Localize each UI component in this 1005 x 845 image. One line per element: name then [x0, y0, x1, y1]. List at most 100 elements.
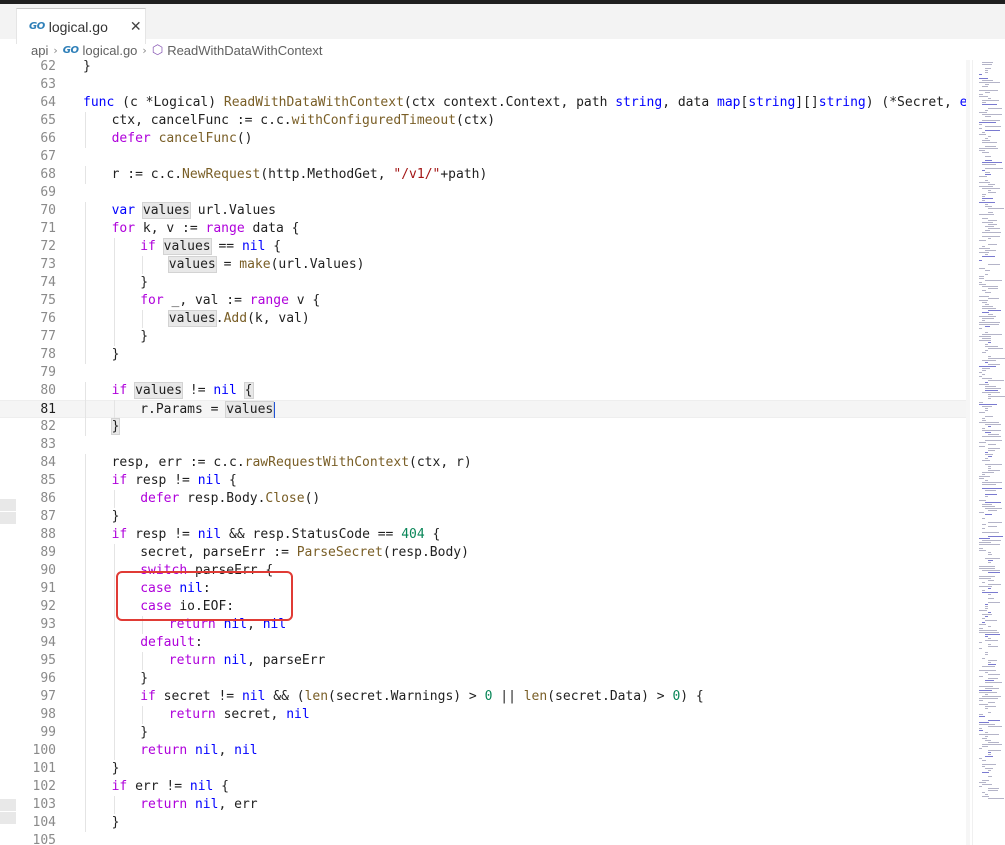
code-line[interactable]: 62} [0, 60, 968, 76]
line-number: 89 [40, 545, 56, 560]
code-line[interactable]: 70 var values url.Values [0, 202, 968, 220]
minimap-line [982, 320, 985, 321]
code-line[interactable]: 99} [0, 724, 968, 742]
code-line[interactable]: 87} [0, 508, 968, 526]
code-line[interactable]: 84 resp, err := c.c.rawRequestWithContext… [0, 454, 968, 472]
code-token: nil [223, 653, 248, 668]
code-token: . [215, 311, 224, 326]
code-line[interactable]: 104} [0, 814, 968, 832]
code-line[interactable]: 88 if resp != nil && resp.StatusCode == 4… [0, 526, 968, 544]
code-line[interactable]: 102 if err != nil { [0, 778, 968, 796]
minimap-line [982, 378, 992, 379]
breadcrumb-file[interactable]: logical.go [82, 43, 137, 58]
code-line[interactable]: 65 ctx, cancelFunc := c.c.withConfiguredT… [0, 112, 968, 130]
minimap-line [979, 686, 993, 687]
code-line[interactable]: 95 return nil, parseErr [0, 652, 968, 670]
code-token: values [167, 256, 217, 273]
code-line[interactable]: 71 for k, v := range data { [0, 220, 968, 238]
code-token: == [210, 239, 242, 254]
minimap-line [985, 452, 988, 453]
code-token: (resp.Body) [382, 545, 469, 560]
minimap-line [985, 68, 991, 69]
code-line[interactable]: 63 [0, 76, 968, 94]
indent-guide [85, 220, 86, 238]
code-token: { [424, 527, 441, 542]
code-line[interactable]: 103 return nil, err [0, 796, 968, 814]
minimap-line [979, 544, 1000, 545]
code-line[interactable]: 69 [0, 184, 968, 202]
code-token: (http.MethodGet, [260, 167, 394, 182]
line-number: 82 [40, 419, 56, 434]
vertical-scrollbar[interactable] [966, 60, 970, 845]
indent-guide [85, 598, 86, 616]
code-line[interactable]: 74} [0, 274, 968, 292]
minimap-line [982, 188, 1000, 189]
minimap-line [988, 588, 991, 589]
indent-guide [113, 706, 115, 724]
indent-guide [85, 166, 86, 184]
code-line[interactable]: 82} [0, 418, 968, 436]
minimap-line [988, 644, 991, 645]
minimap-line [982, 100, 999, 101]
minimap-line [988, 456, 992, 457]
code-text: } [140, 274, 148, 292]
minimap-line [988, 750, 1001, 751]
code-line[interactable]: 100 return nil, nil [0, 742, 968, 760]
close-icon[interactable]: ✕ [130, 19, 142, 35]
code-line[interactable]: 75 for _, val := range v { [0, 292, 968, 310]
minimap-line [982, 570, 1000, 571]
indent-guide [85, 526, 86, 544]
minimap-line [982, 120, 1000, 121]
minimap[interactable] [972, 60, 1005, 845]
code-text: var values url.Values [112, 202, 276, 220]
code-line[interactable]: 64 func (c *Logical) ReadWithDataWithCont… [0, 94, 968, 112]
minimap-line [988, 108, 1002, 109]
minimap-line [979, 728, 982, 729]
minimap-line [988, 752, 991, 753]
code-line[interactable]: 76 values.Add(k, val) [0, 310, 968, 328]
code-line[interactable]: 83 [0, 436, 968, 454]
minimap-line [985, 620, 997, 621]
code-line[interactable]: 78} [0, 346, 968, 364]
minimap-line [985, 494, 997, 495]
minimap-line [985, 634, 1000, 635]
tab-logical-go[interactable]: GO logical.go ✕ [16, 8, 146, 44]
minimap-line [988, 394, 991, 395]
indent-guide [85, 814, 86, 832]
code-token: err != [127, 779, 190, 794]
line-number: 66 [40, 131, 56, 146]
code-line[interactable]: 97 if secret != nil && (len(secret.Warnin… [0, 688, 968, 706]
line-number: 92 [40, 599, 56, 614]
breadcrumb-symbol[interactable]: ReadWithDataWithContext [167, 43, 322, 58]
code-line[interactable]: 89 secret, parseErr := ParseSecret(resp.B… [0, 544, 968, 562]
code-line[interactable]: 96} [0, 670, 968, 688]
minimap-line [979, 548, 983, 549]
breadcrumb-folder[interactable]: api [31, 43, 48, 58]
code-line[interactable]: 72 if values == nil { [0, 238, 968, 256]
code-line[interactable]: 79 [0, 364, 968, 382]
code-line[interactable]: 68 r := c.c.NewRequest(http.MethodGet, "/… [0, 166, 968, 184]
minimap-line [979, 96, 988, 97]
minimap-line [988, 228, 1000, 229]
line-number: 102 [32, 779, 56, 794]
code-line[interactable]: 86 defer resp.Body.Close() [0, 490, 968, 508]
code-line[interactable]: 94 default: [0, 634, 968, 652]
code-line[interactable]: 85 if resp != nil { [0, 472, 968, 490]
code-line[interactable]: 98 return secret, nil [0, 706, 968, 724]
code-token: = [215, 257, 240, 272]
code-text: } [112, 760, 120, 778]
code-line[interactable]: 101} [0, 760, 968, 778]
code-line[interactable]: 67 [0, 148, 968, 166]
code-line[interactable]: 80 if values != nil { [0, 382, 968, 400]
code-editor[interactable]: 62} 63 64 func (c *Logical) ReadWithDataWit… [0, 60, 968, 845]
code-line[interactable]: 105 [0, 832, 968, 845]
code-line[interactable]: 73 values = make(url.Values) [0, 256, 968, 274]
line-number: 62 [40, 60, 56, 74]
code-line[interactable]: 77} [0, 328, 968, 346]
code-token: if [111, 527, 128, 542]
chevron-right-icon: › [53, 43, 58, 57]
code-line[interactable]: 66 defer cancelFunc() [0, 130, 968, 148]
code-line[interactable]: 81 r.Params = values [0, 400, 968, 418]
minimap-line [988, 536, 1003, 537]
